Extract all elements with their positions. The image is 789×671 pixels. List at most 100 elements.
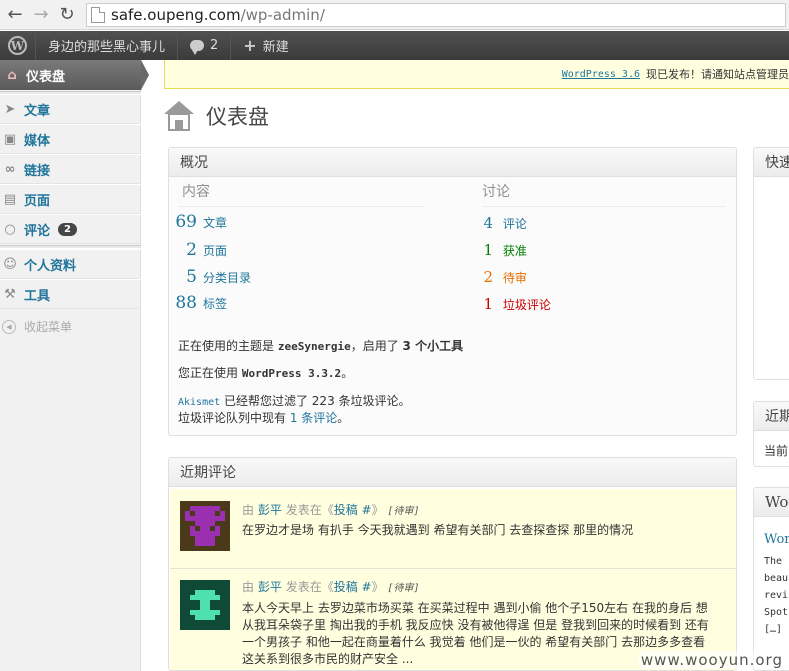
menu-label: 工具 [24, 288, 51, 304]
home-icon: ⌂ [7, 67, 17, 83]
comment-author-link[interactable]: 彭平 [258, 580, 282, 594]
stat-number: 88 [175, 293, 197, 313]
stat-spam[interactable]: 1 垃圾评论 [479, 295, 550, 313]
meta-by: 由 [242, 580, 255, 594]
menu-pages[interactable]: ▤ 页面 [0, 184, 141, 214]
url-path: /wp-admin/ [240, 5, 325, 24]
stat-categories[interactable]: 5 分类目录 [169, 267, 251, 287]
menu-profile[interactable]: ☺ 个人资料 [0, 249, 141, 279]
stat-label: 待审 [502, 271, 527, 285]
stat-tags[interactable]: 88 标签 [169, 293, 227, 313]
wp-version: WordPress 3.3.2 [241, 367, 342, 380]
comment-item: 由 彭平 发表在《投稿 #》 [待审] 在罗边才是场 有扒手 今天我就遇到 希望… [170, 489, 736, 569]
meta-close: 》 [371, 503, 384, 517]
back-arrow-icon[interactable]: ← [2, 2, 28, 28]
comments-link[interactable]: 2 [178, 31, 232, 60]
tools-icon: ⚒ [4, 286, 16, 302]
menu-dashboard[interactable]: ⌂ 仪表盘 [0, 60, 149, 90]
comment-author-link[interactable]: 彭平 [258, 503, 282, 517]
menu-tools[interactable]: ⚒ 工具 [0, 279, 141, 309]
update-link[interactable]: WordPress 3.6 [562, 69, 640, 80]
news-excerpt-line: Spot [764, 607, 789, 618]
site-name-link[interactable]: 身边的那些黑心事儿 [36, 31, 179, 60]
theme-mid: ，启用了 [350, 339, 399, 353]
menu-posts[interactable]: ➤ 文章 [0, 94, 141, 124]
admin-sidebar: ⌂ 仪表盘 ➤ 文章 ▣ 媒体 ∞ 链接 ▤ 页面 ○ 评论 2 ☺ 个人资料 … [0, 60, 149, 671]
meta-on: 发表在《 [285, 503, 334, 517]
stat-number: 2 [186, 240, 197, 260]
menu-label: 链接 [24, 163, 51, 179]
stat-pages[interactable]: 2 页面 [169, 240, 227, 260]
dashboard-home-icon [164, 101, 194, 131]
widget-title[interactable]: 概况 [169, 148, 736, 177]
pin-icon: ➤ [4, 101, 16, 117]
stat-approved[interactable]: 1 获准 [479, 241, 526, 259]
widgets-count: 3 个小工具 [402, 339, 464, 353]
news-title-link[interactable]: Wor [764, 532, 789, 547]
spam-queue-suffix: 。 [337, 411, 350, 425]
news-excerpt-line: The [764, 556, 783, 567]
new-content-link[interactable]: + 新建 [231, 31, 300, 60]
page-title-area: 仪表盘 [164, 101, 269, 131]
stat-label: 页面 [203, 244, 228, 258]
stat-pending[interactable]: 2 待审 [479, 268, 527, 286]
menu-label: 个人资料 [24, 258, 77, 274]
page-icon: ▤ [3, 191, 17, 207]
news-excerpt-line: revi [764, 590, 789, 601]
menu-label: 评论 [24, 223, 51, 239]
reload-icon[interactable]: ↻ [54, 2, 80, 28]
wp-admin-bar: W 身边的那些黑心事儿 2 + 新建 [0, 31, 789, 60]
recent-comments-widget: 近期评论 由 彭平 发表在《投稿 #》 [待审] 在罗边才是场 有扒手 今天我就… [168, 457, 737, 671]
forward-arrow-icon[interactable]: → [28, 2, 54, 28]
comment-meta: 由 彭平 发表在《投稿 #》 [待审] [242, 501, 419, 518]
page-title: 仪表盘 [206, 105, 269, 129]
comment-status: [待审] [387, 583, 420, 594]
collapse-menu-button[interactable]: ◀ 收起菜单 [2, 318, 72, 335]
akismet-link[interactable]: Akismet [178, 397, 220, 408]
version-suffix: 。 [341, 366, 354, 380]
meta-on: 发表在《 [285, 580, 334, 594]
comment-post-link[interactable]: 投稿 # [334, 503, 372, 517]
wordpress-news-widget: Wor Wor The beau revi Spot […] [753, 487, 789, 671]
wordpress-logo-icon: W [8, 36, 27, 55]
meta-by: 由 [242, 503, 255, 517]
theme-prefix: 正在使用的主题是 [178, 339, 275, 353]
divider [178, 206, 424, 207]
collapse-label: 收起菜单 [24, 320, 73, 334]
comments-count: 2 [210, 38, 219, 53]
menu-label: 媒体 [24, 133, 51, 149]
comment-status: [待审] [387, 506, 420, 517]
avatar [180, 501, 230, 551]
version-prefix: 您正在使用 [178, 366, 239, 380]
spam-queue-link[interactable]: 1 条评论 [290, 411, 337, 425]
recent-drafts-widget: 近期 当前 [753, 401, 789, 467]
menu-label: 文章 [24, 103, 51, 119]
avatar [180, 580, 230, 630]
menu-label: 页面 [24, 193, 51, 209]
menu-comments[interactable]: ○ 评论 2 [0, 214, 141, 244]
widget-title[interactable]: 近期评论 [169, 458, 736, 487]
menu-media[interactable]: ▣ 媒体 [0, 124, 141, 154]
stat-number: 69 [175, 212, 197, 232]
stat-label: 分类目录 [203, 271, 252, 285]
content-heading: 内容 [182, 184, 210, 200]
collapse-arrow-icon: ◀ [2, 319, 16, 334]
comment-post-link[interactable]: 投稿 # [334, 580, 372, 594]
akismet-info: Akismet 已经帮您过滤了 223 条垃圾评论。 [178, 392, 411, 409]
address-bar[interactable]: safe.oupeng.com/wp-admin/ [86, 2, 786, 27]
widget-title[interactable]: 近期 [754, 402, 789, 431]
version-info: 您正在使用 WordPress 3.3.2。 [178, 364, 353, 381]
plus-icon: + [243, 36, 257, 55]
stat-posts[interactable]: 69 文章 [169, 212, 227, 232]
stat-number: 4 [483, 214, 493, 232]
users-icon: ☺ [3, 256, 17, 272]
update-nag: WordPress 3.6 现已发布！请通知站点管理员 [164, 60, 789, 89]
stat-comments[interactable]: 4 评论 [479, 214, 526, 232]
widget-title[interactable]: Wor [754, 488, 789, 517]
stat-number: 2 [483, 268, 493, 286]
menu-links[interactable]: ∞ 链接 [0, 154, 141, 184]
news-excerpt-line: […] [764, 624, 783, 635]
update-nag-text: 现已发布！请通知站点管理员 [646, 68, 789, 81]
widget-title[interactable]: 快速 [754, 148, 789, 177]
wp-logo-menu[interactable]: W [0, 31, 36, 60]
